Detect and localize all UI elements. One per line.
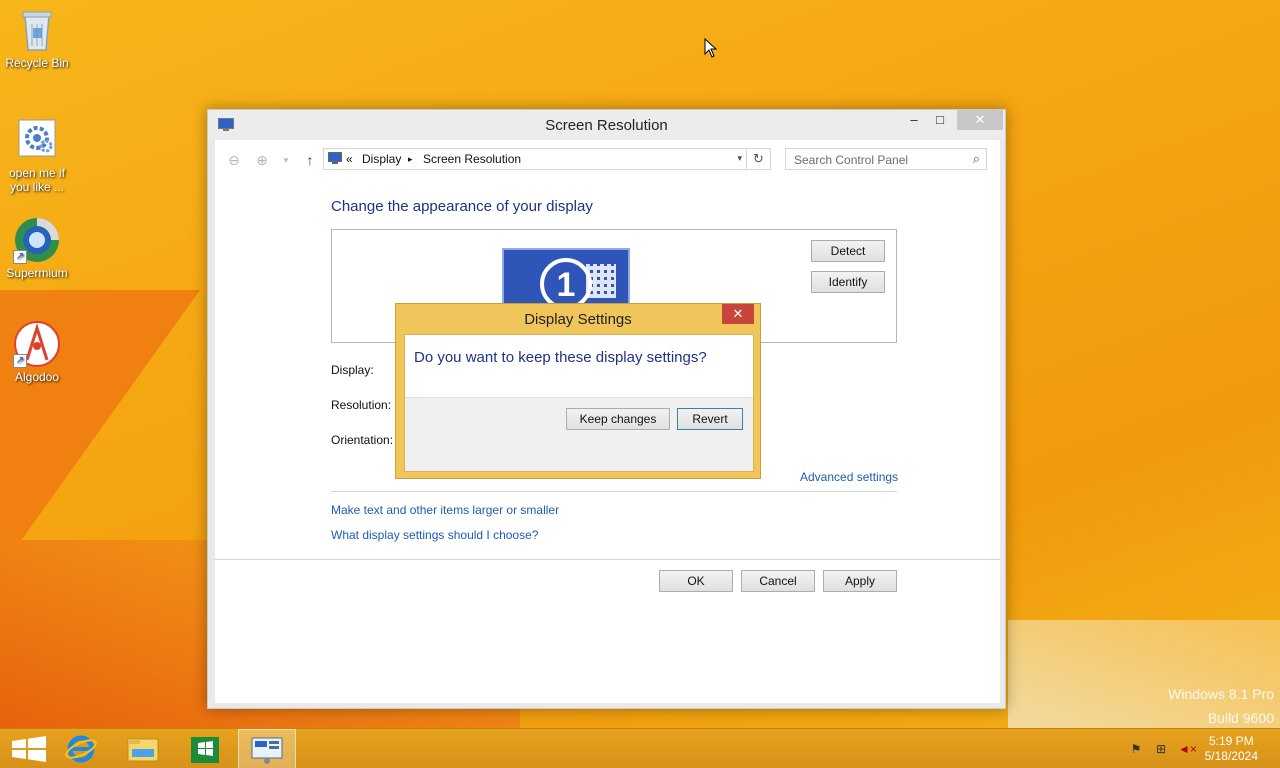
window-title: Screen Resolution bbox=[545, 117, 668, 134]
taskbar-internet-explorer[interactable] bbox=[52, 729, 110, 768]
windows-logo-icon bbox=[12, 736, 46, 762]
detect-button[interactable]: Detect bbox=[811, 240, 885, 262]
dialog-question: Do you want to keep these display settin… bbox=[414, 349, 707, 366]
clock-time: 5:19 PM bbox=[1208, 734, 1254, 748]
taskbar-control-panel[interactable] bbox=[238, 729, 296, 768]
ok-button[interactable]: OK bbox=[659, 570, 733, 592]
shortcut-arrow-icon: ↗ bbox=[13, 354, 27, 368]
dialog-footer: Keep changes Revert bbox=[405, 397, 753, 471]
keep-changes-button[interactable]: Keep changes bbox=[566, 408, 670, 430]
desktop-icon-label: Supermium bbox=[6, 266, 68, 280]
volume-muted-icon[interactable]: ◄× bbox=[1178, 741, 1197, 757]
desktop-icon-algodoo[interactable]: ↗ Algodoo bbox=[0, 320, 74, 384]
file-explorer-icon bbox=[127, 738, 159, 762]
system-clock[interactable]: 5:19 PM 5/18/2024 bbox=[1205, 734, 1258, 764]
refresh-icon[interactable]: ↻ bbox=[747, 148, 771, 170]
windows-version-watermark: Windows 8.1 Pro bbox=[1168, 686, 1274, 702]
control-panel-icon bbox=[328, 152, 342, 168]
text-size-link[interactable]: Make text and other items larger or smal… bbox=[331, 503, 559, 517]
monitor-grid-icon bbox=[586, 264, 616, 298]
start-button[interactable] bbox=[0, 729, 58, 768]
page-heading: Change the appearance of your display bbox=[331, 198, 593, 215]
control-panel-icon bbox=[251, 737, 283, 764]
display-label: Display: bbox=[331, 363, 374, 377]
minimize-button[interactable]: – bbox=[901, 110, 927, 130]
cancel-button[interactable]: Cancel bbox=[741, 570, 815, 592]
desktop-icon-label: Recycle Bin bbox=[5, 56, 69, 70]
desktop-icon-recycle-bin[interactable]: Recycle Bin bbox=[0, 6, 74, 70]
clock-date: 5/18/2024 bbox=[1204, 749, 1258, 763]
address-bar[interactable]: « Display ▸ Screen Resolution ▾ bbox=[323, 148, 747, 170]
dialog-close-button[interactable]: ✕ bbox=[722, 304, 754, 324]
desktop-icon-supermium[interactable]: ↗ Supermium bbox=[0, 216, 74, 280]
search-input[interactable]: Search Control Panel ⌕ bbox=[785, 148, 987, 170]
desktop-icon-label: Algodoo bbox=[14, 370, 60, 384]
action-center-flag-icon[interactable]: ⚑ bbox=[1128, 741, 1144, 757]
footer-divider bbox=[215, 559, 1000, 560]
address-dropdown-icon[interactable]: ▾ bbox=[737, 153, 742, 164]
taskbar-store[interactable] bbox=[176, 729, 234, 768]
recent-pages-chevron-icon[interactable]: ▾ bbox=[275, 150, 297, 170]
back-arrow-icon[interactable]: ⊖ bbox=[223, 150, 245, 170]
windows-build-watermark: Build 9600 bbox=[1207, 710, 1274, 726]
store-icon bbox=[191, 737, 219, 763]
settings-shortcut-icon bbox=[13, 116, 61, 164]
supermium-icon: ↗ bbox=[13, 216, 61, 264]
revert-button[interactable]: Revert bbox=[677, 408, 743, 430]
desktop-icon-label: open me if you like ... bbox=[8, 166, 66, 194]
network-icon[interactable]: ⊞ bbox=[1153, 741, 1169, 757]
resolution-label: Resolution: bbox=[331, 398, 392, 412]
maximize-button[interactable]: □ bbox=[927, 110, 953, 130]
up-arrow-icon[interactable]: ↑ bbox=[299, 150, 321, 170]
desktop-icon-open-me[interactable]: open me if you like ... bbox=[0, 116, 74, 194]
dialog-body: Do you want to keep these display settin… bbox=[404, 334, 754, 472]
display-settings-dialog: Display Settings ✕ Do you want to keep t… bbox=[395, 303, 761, 479]
orientation-label: Orientation: bbox=[331, 433, 394, 447]
dialog-title: Display Settings bbox=[524, 311, 632, 328]
divider bbox=[331, 491, 897, 492]
taskbar: ⚑ ⊞ ◄× 5:19 PM 5/18/2024 bbox=[0, 728, 1280, 768]
apply-button[interactable]: Apply bbox=[823, 570, 897, 592]
taskbar-file-explorer[interactable] bbox=[114, 729, 172, 768]
search-placeholder: Search Control Panel bbox=[794, 153, 909, 167]
shortcut-arrow-icon: ↗ bbox=[13, 250, 27, 264]
window-titlebar[interactable]: Screen Resolution – □ ✕ bbox=[208, 110, 1005, 140]
advanced-settings-link[interactable]: Advanced settings bbox=[800, 470, 898, 484]
breadcrumb-screen-resolution[interactable]: Screen Resolution bbox=[423, 152, 521, 166]
internet-explorer-icon bbox=[65, 735, 97, 763]
recycle-bin-icon bbox=[13, 6, 61, 54]
close-button[interactable]: ✕ bbox=[957, 110, 1003, 130]
breadcrumb-overflow[interactable]: « bbox=[346, 152, 353, 166]
search-icon[interactable]: ⌕ bbox=[973, 151, 980, 167]
identify-button[interactable]: Identify bbox=[811, 271, 885, 293]
algodoo-icon: ↗ bbox=[13, 320, 61, 368]
breadcrumb-display[interactable]: Display bbox=[362, 152, 401, 166]
forward-arrow-icon[interactable]: ⊕ bbox=[251, 150, 273, 170]
breadcrumb-separator-icon[interactable]: ▸ bbox=[408, 154, 413, 165]
mouse-cursor-icon bbox=[704, 37, 718, 61]
display-help-link[interactable]: What display settings should I choose? bbox=[331, 528, 538, 542]
